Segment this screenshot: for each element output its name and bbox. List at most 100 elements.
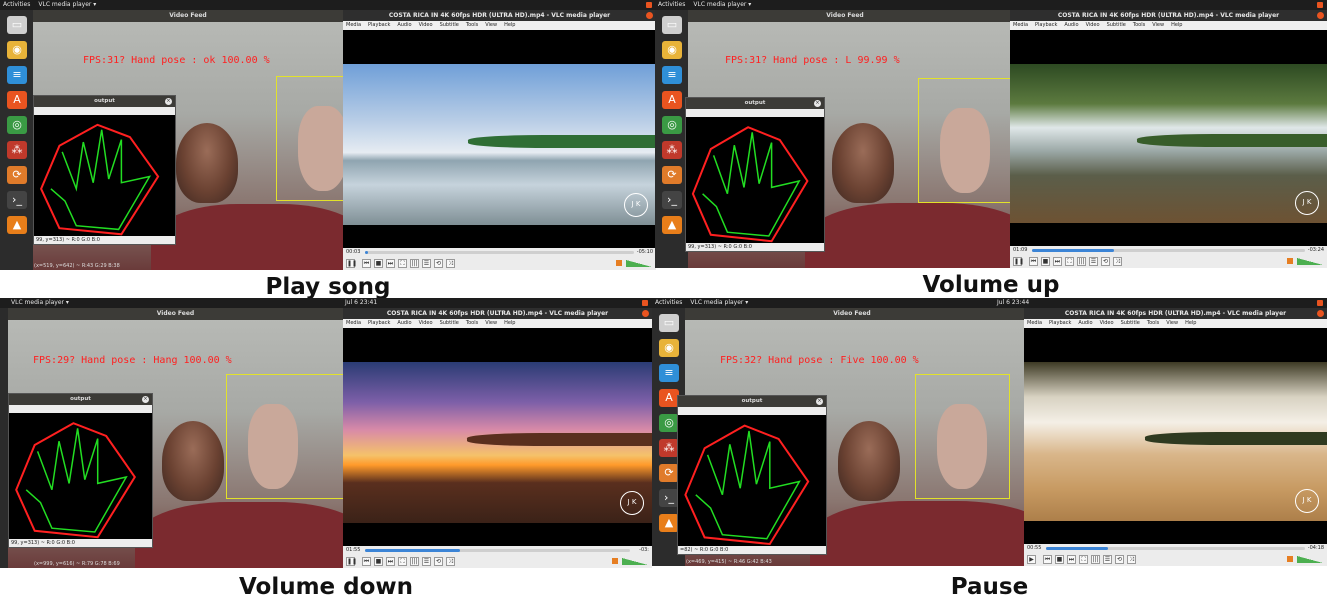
vlc-menu-tools[interactable]: Tools	[466, 22, 478, 28]
activities-button[interactable]: Activities	[3, 1, 30, 8]
app-menu[interactable]: VLC media player ▾	[690, 299, 748, 306]
fullscreen-button[interactable]: ⛶	[1065, 257, 1074, 266]
previous-button[interactable]: ⏮	[362, 259, 371, 268]
vlc-menu-video[interactable]: Video	[1086, 22, 1100, 28]
next-button[interactable]: ⏭	[386, 557, 395, 566]
writer-icon[interactable]: ≡	[7, 66, 27, 84]
playlist-button[interactable]: ☰	[422, 557, 431, 566]
extended-settings-button[interactable]: |||	[1091, 555, 1100, 564]
stop-button[interactable]: ■	[1041, 257, 1050, 266]
volume-slider[interactable]	[626, 260, 652, 267]
app-menu[interactable]: VLC media player ▾	[38, 1, 96, 8]
terminal-icon[interactable]: ›_	[7, 191, 27, 209]
play-pause-button[interactable]: ▶	[1027, 555, 1036, 564]
playlist-button[interactable]: ☰	[422, 259, 431, 268]
files-icon[interactable]: ▭	[662, 16, 682, 34]
update-icon[interactable]: ⟳	[662, 166, 682, 184]
tray-icon[interactable]	[646, 2, 652, 8]
output-close-icon[interactable]: ×	[165, 98, 172, 105]
vlc-menu-audio[interactable]: Audio	[1064, 22, 1078, 28]
files-icon[interactable]: ▭	[7, 16, 27, 34]
vlc-close-icon[interactable]	[646, 12, 653, 19]
vlc-menu-subtitle[interactable]: Subtitle	[1121, 320, 1140, 326]
vlc-seek-bar[interactable]: 01:55 -03:	[343, 546, 652, 555]
extended-settings-button[interactable]: |||	[1077, 257, 1086, 266]
app-menu[interactable]: VLC media player ▾	[11, 299, 69, 306]
play-pause-button[interactable]: ❚❚	[1013, 257, 1024, 266]
playlist-button[interactable]: ☰	[1089, 257, 1098, 266]
seek-track[interactable]	[1032, 249, 1305, 252]
vlc-menu-media[interactable]: Media	[1013, 22, 1028, 28]
loop-button[interactable]: ⟲	[434, 259, 443, 268]
activities-button[interactable]: Activities	[655, 299, 682, 306]
output-close-icon[interactable]: ×	[816, 398, 823, 405]
writer-icon[interactable]: ≡	[659, 364, 679, 382]
next-button[interactable]: ⏭	[1067, 555, 1076, 564]
app-grid-icon[interactable]: ⁂	[659, 439, 679, 457]
previous-button[interactable]: ⏮	[1029, 257, 1038, 266]
vlc-icon[interactable]: ▲	[7, 216, 27, 234]
loop-button[interactable]: ⟲	[1115, 555, 1124, 564]
vlc-menu-media[interactable]: Media	[346, 22, 361, 28]
vlc-menu-view[interactable]: View	[485, 320, 497, 326]
play-pause-button[interactable]: ❚❚	[346, 557, 357, 566]
tray-icon[interactable]	[1317, 2, 1323, 8]
rhythmbox-icon[interactable]: ◉	[662, 41, 682, 59]
output-close-icon[interactable]: ×	[814, 100, 821, 107]
app-grid-icon[interactable]: ⁂	[7, 141, 27, 159]
rhythmbox-icon[interactable]: ◉	[659, 339, 679, 357]
vlc-seek-bar[interactable]: 00:03 -05:10	[343, 248, 656, 257]
play-pause-button[interactable]: ❚❚	[346, 259, 357, 268]
loop-button[interactable]: ⟲	[1101, 257, 1110, 266]
vlc-menu-media[interactable]: Media	[1027, 320, 1042, 326]
seek-track[interactable]	[1046, 547, 1305, 550]
software-icon[interactable]: A	[662, 91, 682, 109]
shuffle-button[interactable]: ⤨	[1113, 257, 1122, 266]
vlc-icon[interactable]: ▲	[659, 514, 679, 532]
vlc-seek-bar[interactable]: 01:09 -03:24	[1010, 246, 1327, 255]
volume-slider[interactable]	[1297, 556, 1323, 563]
vlc-menu-tools[interactable]: Tools	[1133, 22, 1145, 28]
vlc-menu-subtitle[interactable]: Subtitle	[1107, 22, 1126, 28]
volume-icon[interactable]	[612, 558, 618, 564]
vlc-menu-subtitle[interactable]: Subtitle	[440, 320, 459, 326]
files-icon[interactable]: ▭	[659, 314, 679, 332]
next-button[interactable]: ⏭	[386, 259, 395, 268]
vlc-menu-help[interactable]: Help	[1185, 320, 1196, 326]
playlist-button[interactable]: ☰	[1103, 555, 1112, 564]
loop-button[interactable]: ⟲	[434, 557, 443, 566]
vlc-menu-help[interactable]: Help	[1171, 22, 1182, 28]
volume-slider[interactable]	[1297, 258, 1323, 265]
stop-button[interactable]: ■	[374, 259, 383, 268]
stop-button[interactable]: ■	[374, 557, 383, 566]
vlc-menu-video[interactable]: Video	[419, 320, 433, 326]
volume-icon[interactable]	[1287, 556, 1293, 562]
software-icon[interactable]: A	[7, 91, 27, 109]
tray-icon[interactable]	[1317, 300, 1323, 306]
chrome-icon[interactable]: ◎	[659, 414, 679, 432]
vlc-seek-bar[interactable]: 00:55 -04:18	[1024, 544, 1327, 553]
terminal-icon[interactable]: ›_	[659, 489, 679, 507]
shuffle-button[interactable]: ⤨	[446, 259, 455, 268]
vlc-icon[interactable]: ▲	[662, 216, 682, 234]
update-icon[interactable]: ⟳	[659, 464, 679, 482]
vlc-menu-view[interactable]: View	[1152, 22, 1164, 28]
vlc-menu-playback[interactable]: Playback	[1035, 22, 1057, 28]
app-menu[interactable]: VLC media player ▾	[693, 1, 751, 8]
update-icon[interactable]: ⟳	[7, 166, 27, 184]
previous-button[interactable]: ⏮	[362, 557, 371, 566]
vlc-close-icon[interactable]	[1317, 12, 1324, 19]
extended-settings-button[interactable]: |||	[410, 259, 419, 268]
vlc-menu-video[interactable]: Video	[419, 22, 433, 28]
volume-slider[interactable]	[622, 558, 648, 565]
activities-button[interactable]: Activities	[658, 1, 685, 8]
chrome-icon[interactable]: ◎	[7, 116, 27, 134]
vlc-menu-audio[interactable]: Audio	[397, 320, 411, 326]
vlc-menu-audio[interactable]: Audio	[397, 22, 411, 28]
stop-button[interactable]: ■	[1055, 555, 1064, 564]
vlc-menu-help[interactable]: Help	[504, 320, 515, 326]
tray-icon[interactable]	[642, 300, 648, 306]
fullscreen-button[interactable]: ⛶	[1079, 555, 1088, 564]
fullscreen-button[interactable]: ⛶	[398, 557, 407, 566]
fullscreen-button[interactable]: ⛶	[398, 259, 407, 268]
